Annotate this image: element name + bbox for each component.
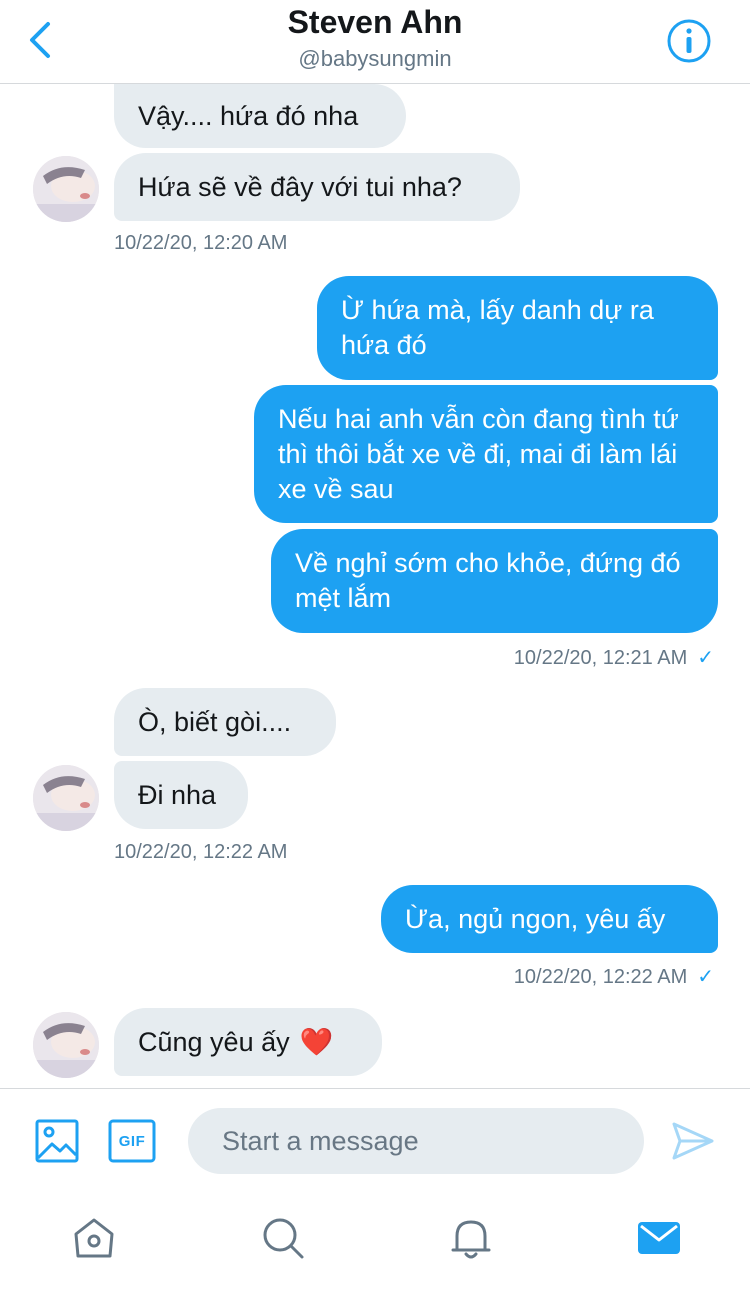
message-bubble-outgoing[interactable]: Ừa, ngủ ngon, yêu ấy [381,885,718,953]
heart-emoji: ❤️ [299,1026,334,1057]
avatar-photo [33,1012,99,1078]
message-text: Ừ hứa mà, lấy danh dự ra hứa đó [341,295,654,360]
avatar-photo [33,156,99,222]
message-bubble-outgoing[interactable]: Về nghỉ sớm cho khỏe, đứng đó mệt lắm [271,529,718,633]
add-image-button[interactable] [34,1118,80,1164]
tab-home[interactable] [70,1214,118,1262]
home-icon [74,1218,114,1258]
gif-button[interactable]: GIF [108,1118,156,1164]
avatar-photo [33,765,99,831]
contact-name[interactable]: Steven Ahn [0,4,750,41]
messages-icon [638,1222,680,1254]
message-bubble-incoming[interactable]: Vậy.... hứa đó nha [114,84,406,148]
message-bubble-outgoing[interactable]: Ừ hứa mà, lấy danh dự ra hứa đó [317,276,718,380]
image-icon [35,1119,79,1163]
message-timestamp: 10/22/20, 12:20 AM [114,232,288,254]
message-text: Về nghỉ sớm cho khỏe, đứng đó mệt lắm [295,548,681,613]
conversation-header: Steven Ahn @babysungmin [0,0,750,84]
tab-messages[interactable] [635,1214,683,1262]
send-icon [672,1122,714,1160]
message-timestamp: 10/22/20, 12:21 AM ✓ [513,647,714,669]
sent-check-icon: ✓ [697,647,714,669]
info-circle-icon [667,19,711,63]
avatar[interactable] [33,156,99,222]
notifications-icon [451,1220,491,1259]
gif-label: GIF [118,1132,146,1150]
search-icon [263,1218,304,1259]
message-text: Hứa sẽ về đây với tui nha? [138,171,462,202]
tab-notifications[interactable] [447,1214,495,1262]
sent-check-icon: ✓ [697,966,714,988]
message-text: Ò, biết gòi.... [138,706,292,737]
message-input[interactable] [188,1108,644,1174]
info-button[interactable] [666,18,712,64]
message-bubble-incoming[interactable]: Ò, biết gòi.... [114,688,336,756]
message-timestamp: 10/22/20, 12:22 AM [114,841,288,863]
contact-handle: @babysungmin [298,46,452,71]
message-bubble-incoming[interactable]: Cũng yêu ấy ❤️ [114,1008,382,1076]
tab-search[interactable] [259,1214,307,1262]
message-timestamp: 10/22/20, 12:22 AM ✓ [513,966,714,988]
avatar[interactable] [33,1012,99,1078]
message-text: Đi nha [138,779,217,810]
avatar[interactable] [33,765,99,831]
message-text: Ừa, ngủ ngon, yêu ấy [405,903,666,934]
message-text: Cũng yêu ấy [138,1026,290,1057]
message-text: Vậy.... hứa đó nha [138,100,359,131]
message-bubble-outgoing[interactable]: Nếu hai anh vẫn còn đang tình tứ thì thô… [254,385,718,523]
message-text: Nếu hai anh vẫn còn đang tình tứ thì thô… [278,403,679,504]
send-button[interactable] [670,1120,716,1162]
message-bubble-incoming[interactable]: Hứa sẽ về đây với tui nha? [114,153,520,221]
message-bubble-incoming[interactable]: Đi nha [114,761,248,829]
